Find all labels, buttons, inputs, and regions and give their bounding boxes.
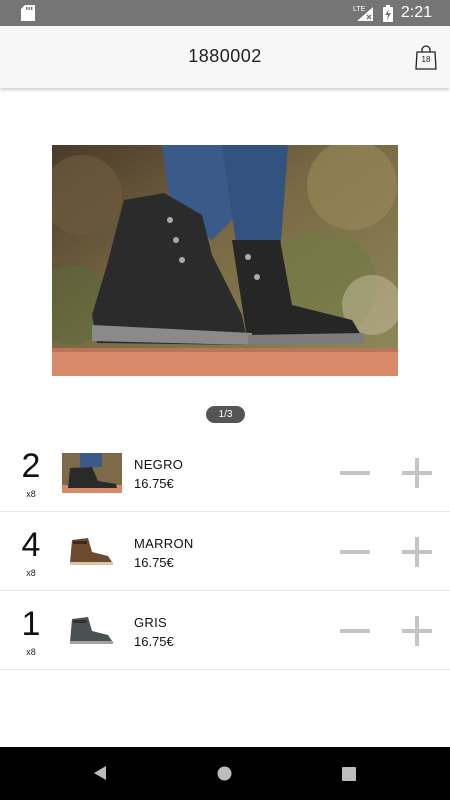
variant-thumbnail[interactable] — [62, 532, 122, 572]
variant-row: 2 x8 NEGRO 16.75€ — [0, 433, 450, 512]
cart-count: 18 — [421, 55, 431, 64]
status-icons: LTE 2:21 — [353, 0, 432, 26]
svg-text:LTE: LTE — [353, 6, 366, 13]
product-photo — [52, 145, 398, 376]
variant-multiplier: x8 — [26, 489, 36, 499]
cart-button[interactable]: 18 — [414, 45, 438, 71]
decrease-button[interactable] — [339, 458, 371, 488]
product-image[interactable] — [52, 145, 398, 376]
variant-price: 16.75€ — [134, 634, 174, 649]
navigation-bar — [0, 747, 450, 800]
increase-button[interactable] — [401, 616, 433, 646]
variant-row: 1 x8 GRIS 16.75€ — [0, 591, 450, 670]
signal-icon: LTE — [353, 6, 373, 21]
increase-button[interactable] — [401, 537, 433, 567]
back-icon[interactable] — [92, 765, 108, 781]
home-icon[interactable] — [217, 766, 232, 781]
variant-row: 4 x8 MARRON 16.75€ — [0, 512, 450, 591]
sd-card-icon — [21, 5, 35, 21]
variant-quantity: 2 — [21, 447, 41, 485]
variant-thumbnail[interactable] — [62, 611, 122, 651]
variant-multiplier: x8 — [26, 568, 36, 578]
recents-icon[interactable] — [342, 767, 356, 781]
app-screen: LTE 2:21 1880002 18 1/3 2 x8 NEGRO 16.75… — [0, 0, 450, 800]
variant-price: 16.75€ — [134, 476, 174, 491]
variant-multiplier: x8 — [26, 647, 36, 657]
battery-charging-icon — [382, 4, 393, 22]
app-bar: 1880002 18 — [0, 26, 450, 88]
variant-thumbnail[interactable] — [62, 453, 122, 493]
image-pager: 1/3 — [206, 406, 245, 423]
decrease-button[interactable] — [339, 537, 371, 567]
variant-name: MARRON — [134, 536, 194, 551]
variant-quantity: 1 — [21, 605, 41, 643]
clock: 2:21 — [400, 4, 432, 21]
variant-list: 2 x8 NEGRO 16.75€ 4 x8 MARRON 16.75€ 1 x… — [0, 433, 450, 670]
variant-quantity: 4 — [21, 526, 41, 564]
variant-name: GRIS — [134, 615, 167, 630]
variant-name: NEGRO — [134, 457, 184, 472]
page-title: 1880002 — [188, 46, 262, 66]
increase-button[interactable] — [401, 458, 433, 488]
variant-price: 16.75€ — [134, 555, 174, 570]
status-bar: LTE 2:21 — [0, 0, 450, 26]
decrease-button[interactable] — [339, 616, 371, 646]
